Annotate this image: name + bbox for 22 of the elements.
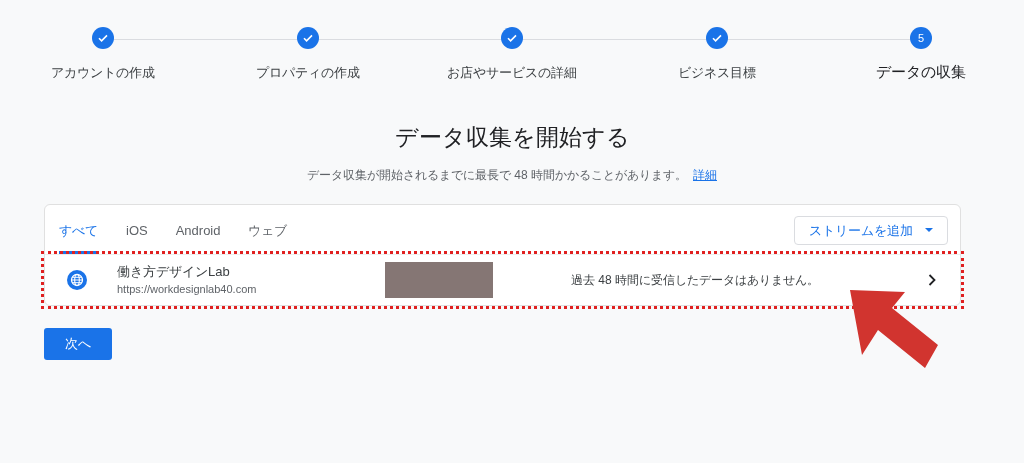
globe-icon	[67, 269, 87, 290]
tab[interactable]: Android	[175, 215, 221, 254]
stream-name: 働き方デザインLab	[117, 262, 231, 281]
page-heading: データ収集を開始する	[394, 122, 630, 152]
step-label: ビジネス目標	[677, 64, 756, 82]
dropdown-caret-icon	[925, 228, 933, 233]
details-link[interactable]: 詳細	[693, 166, 717, 184]
tab[interactable]: iOS	[126, 215, 148, 254]
next-button[interactable]: 次へ	[44, 327, 112, 360]
stream-url: https://workdesignlab40.com	[117, 282, 258, 297]
step-number: 5	[910, 27, 932, 49]
chevron-right-icon	[928, 273, 936, 286]
add-stream-button[interactable]: ストリームを追加	[794, 215, 948, 245]
step-label: アカウントの作成	[51, 64, 155, 82]
tab[interactable]: すべて	[59, 215, 98, 254]
tab[interactable]: ウェブ	[248, 215, 288, 254]
stream-row[interactable]: 働き方デザインLab https://workdesignlab40.com 過去 48 時間に受信したデータはありません。	[45, 254, 960, 305]
step-label: プロパティの作成	[255, 64, 360, 82]
stream-status: 過去 48 時間に受信したデータはありません。	[571, 271, 819, 289]
step-label: データの収集	[876, 62, 966, 82]
step-label: お店やサービスの詳細	[447, 64, 577, 82]
subtitle: データ収集が開始されるまでに最長で 48 時間かかることがあります。	[307, 167, 687, 184]
